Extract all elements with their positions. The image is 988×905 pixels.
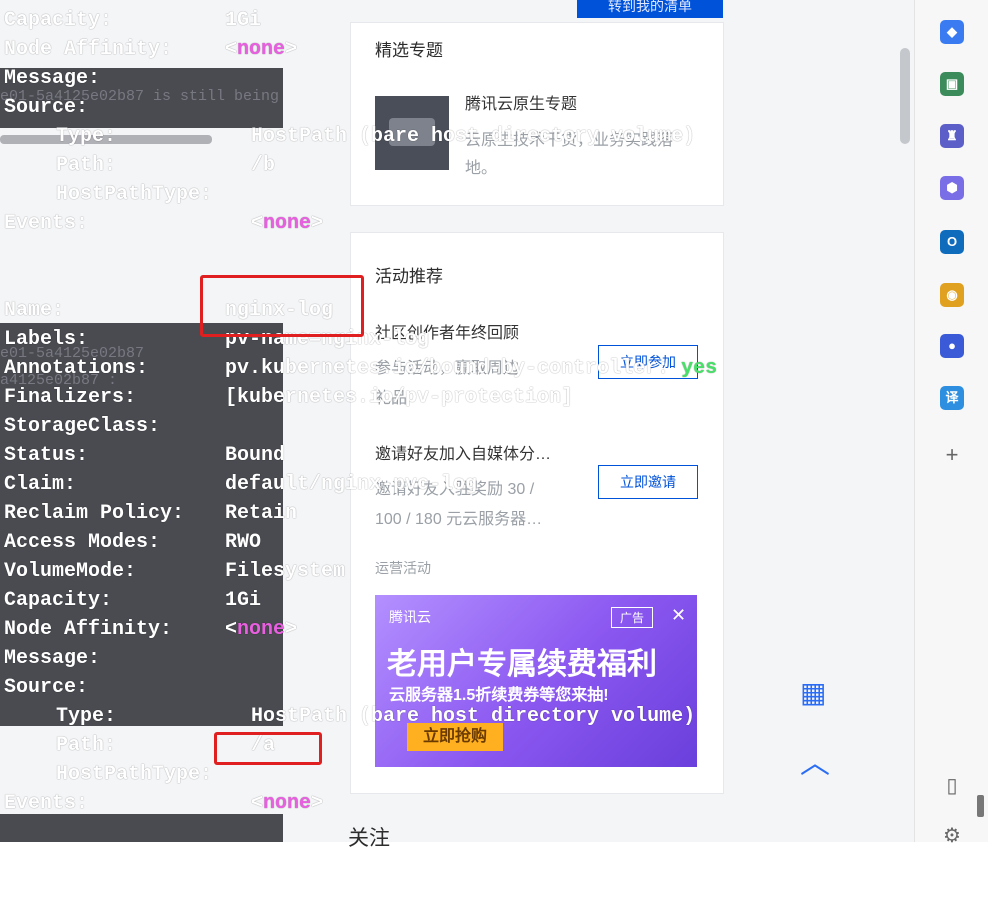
pv-message-line: Message: [4, 647, 101, 670]
pv-source-line: Source: [4, 96, 89, 119]
pv-source-path-line: Path: /b [56, 154, 276, 177]
pv-labels-line: Labels: pv-name=nginx-log [4, 328, 430, 351]
pv-hostpathtype-line: HostPathType: [56, 183, 213, 206]
pv-events-line: Events: <none> [4, 792, 324, 815]
pv-capacity-line: Capacity: 1Gi [4, 589, 262, 612]
pv-source-type-line: Type: HostPath (bare host directory volu… [56, 705, 696, 728]
pv-hostpathtype-line: HostPathType: [56, 763, 213, 786]
pv-finalizers-line: Finalizers: [kubernetes.io/pv-protection… [4, 386, 574, 409]
pv-annotations-line: Annotations: pv.kubernetes.io/bound-by-c… [4, 357, 718, 380]
pv-node-affinity-line: Node Affinity: <none> [4, 618, 298, 641]
pv-source-line: Source: [4, 676, 89, 699]
pv-events-line: Events: <none> [4, 212, 324, 235]
pv-capacity-line: Capacity: 1Gi [4, 9, 262, 32]
pv-node-affinity-line: Node Affinity: <none> [4, 38, 298, 61]
pv-reclaim-policy-line: Reclaim Policy: Retain [4, 502, 298, 525]
terminal-output: Capacity: 1Gi Node Affinity: <none> Mess… [0, 0, 988, 842]
pv-source-path-line: Path: /a [56, 734, 276, 757]
pv-status-line: Status: Bound [4, 444, 286, 467]
name-highlight-box [200, 275, 364, 337]
pv-source-type-line: Type: HostPath (bare host directory volu… [56, 125, 696, 148]
path-highlight-box [214, 732, 322, 765]
pv-storageclass-line: StorageClass: [4, 415, 161, 438]
pv-name-line: Name: nginx-log [4, 299, 334, 322]
pv-volumemode-line: VolumeMode: Filesystem [4, 560, 346, 583]
pv-access-modes-line: Access Modes: RWO [4, 531, 262, 554]
pv-claim-line: Claim: default/nginx-pvc-log [4, 473, 478, 496]
pv-message-line: Message: [4, 67, 101, 90]
